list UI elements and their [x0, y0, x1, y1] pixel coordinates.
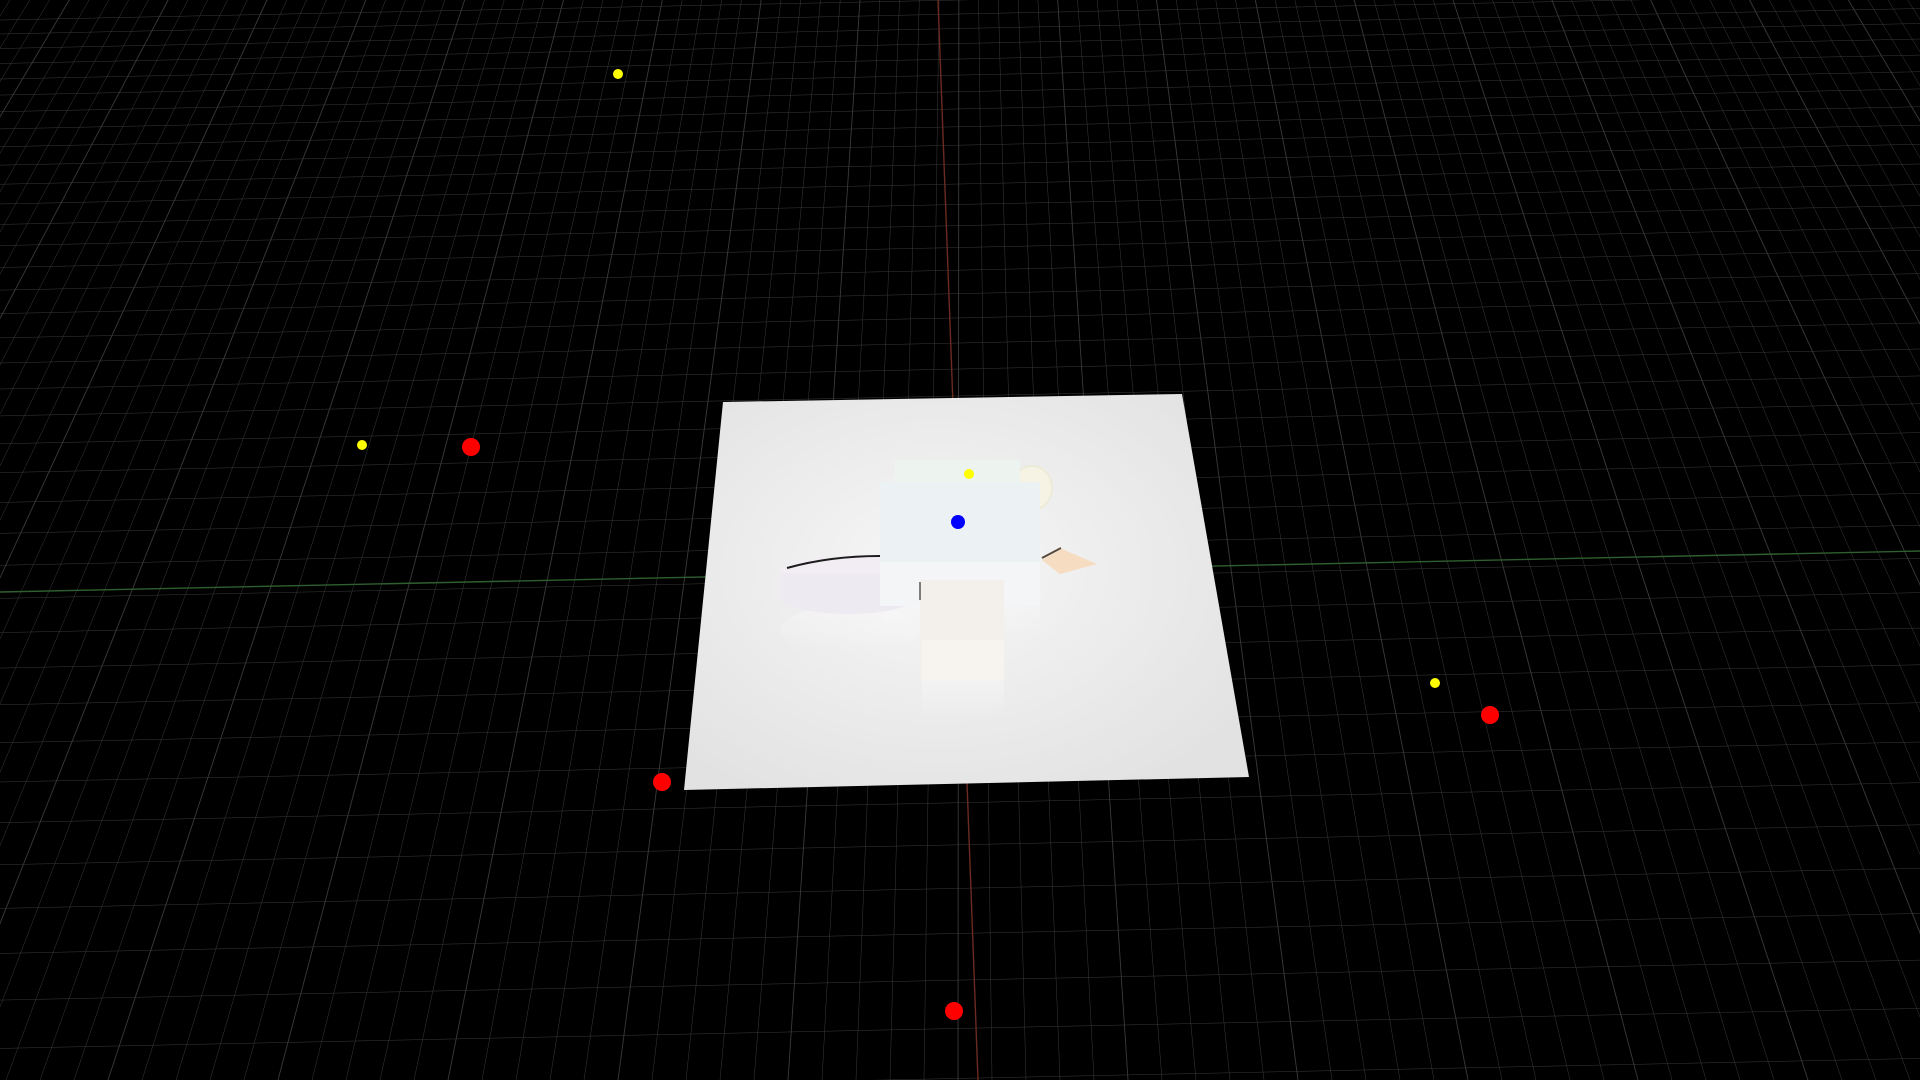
light-marker-3[interactable] — [964, 469, 974, 479]
3d-viewport[interactable] — [0, 0, 1920, 1080]
light-marker-4[interactable] — [1430, 678, 1440, 688]
camera-marker-1[interactable] — [462, 438, 480, 456]
front-box-lower — [922, 640, 1004, 680]
light-marker-2[interactable] — [357, 440, 367, 450]
camera-marker-4[interactable] — [945, 1002, 963, 1020]
camera-marker-2[interactable] — [653, 773, 671, 791]
front-box-reflection — [922, 680, 1004, 720]
target-marker[interactable] — [951, 515, 965, 529]
camera-marker-3[interactable] — [1481, 706, 1499, 724]
light-marker-1[interactable] — [613, 69, 623, 79]
